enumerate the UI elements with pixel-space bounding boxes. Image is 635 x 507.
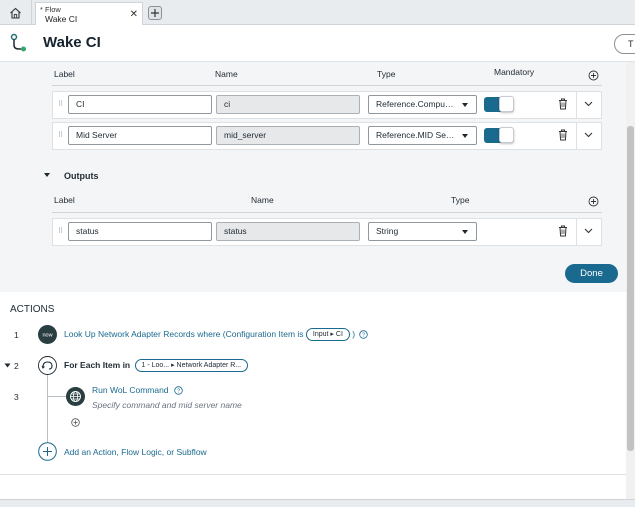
drag-handle-icon[interactable]: ⠿ bbox=[58, 100, 63, 108]
input-label-field[interactable]: CI bbox=[68, 95, 212, 114]
actions-heading: ACTIONS bbox=[10, 304, 55, 315]
input-row-ci: ⠿ CI ci Reference.Compu… bbox=[52, 91, 602, 119]
output-type-select[interactable]: String bbox=[368, 222, 477, 241]
outputs-label-header: Label bbox=[54, 195, 75, 205]
flow-header: Wake CI T bbox=[0, 25, 635, 62]
output-label-field[interactable]: status bbox=[68, 222, 212, 241]
chevron-down-icon[interactable] bbox=[584, 101, 593, 107]
chevron-down-icon[interactable] bbox=[584, 228, 593, 234]
step-number: 3 bbox=[14, 392, 19, 402]
drag-handle-icon[interactable]: ⠿ bbox=[58, 227, 63, 235]
svg-text:?: ? bbox=[177, 389, 180, 395]
loop-connector-line bbox=[47, 375, 48, 445]
input-name-field: ci bbox=[216, 95, 360, 114]
add-action-icon[interactable] bbox=[38, 442, 57, 461]
data-pill[interactable]: Input ▸ CI bbox=[305, 328, 350, 341]
chevron-down-icon[interactable] bbox=[584, 132, 593, 138]
svg-text:now: now bbox=[42, 333, 52, 339]
add-output-icon[interactable] bbox=[588, 196, 599, 207]
output-row-status: ⠿ status status String bbox=[52, 218, 602, 246]
caret-down-icon bbox=[462, 230, 468, 234]
caret-down-icon[interactable] bbox=[4, 363, 11, 368]
row-divider bbox=[576, 219, 577, 245]
plus-icon bbox=[151, 9, 159, 17]
output-name-field: status bbox=[216, 222, 360, 241]
inputs-outputs-panel: Label Name Type Mandatory ⠿ CI ci Refere… bbox=[0, 62, 626, 292]
mandatory-toggle[interactable] bbox=[484, 127, 514, 143]
add-action-link[interactable]: Add an Action, Flow Logic, or Subflow bbox=[64, 447, 207, 457]
drag-handle-icon[interactable]: ⠿ bbox=[58, 131, 63, 139]
trash-icon[interactable] bbox=[558, 129, 568, 141]
mandatory-toggle[interactable] bbox=[484, 96, 514, 112]
caret-down-icon bbox=[462, 103, 468, 107]
input-name-field: mid_server bbox=[216, 126, 360, 145]
add-input-icon[interactable] bbox=[588, 70, 599, 81]
add-step-icon[interactable] bbox=[71, 418, 80, 427]
outputs-name-header: Name bbox=[251, 195, 274, 205]
step-1-close-paren: ) bbox=[352, 328, 356, 339]
data-pill[interactable]: 1 - Loo... ▸ Network Adapter R... bbox=[134, 359, 249, 372]
flow-icon bbox=[10, 33, 26, 52]
home-button[interactable] bbox=[0, 0, 32, 25]
output-type-value: String bbox=[376, 226, 399, 236]
input-row-mid-server: ⠿ Mid Server mid_server Reference.MID Se… bbox=[52, 122, 602, 150]
outputs-header-divider bbox=[52, 212, 602, 213]
input-type-select[interactable]: Reference.MID Se… bbox=[368, 126, 477, 145]
inputs-name-header: Name bbox=[215, 69, 238, 79]
input-type-value: Reference.MID Se… bbox=[376, 130, 455, 140]
tab-wake-ci[interactable]: * Flow Wake CI ✕ bbox=[35, 2, 143, 25]
tab-type-label: * Flow bbox=[40, 5, 61, 14]
help-icon[interactable]: ? bbox=[174, 386, 183, 395]
trash-icon[interactable] bbox=[558, 225, 568, 237]
step-1-action[interactable]: Look Up Network Adapter Records where (C… bbox=[64, 328, 369, 341]
step-3-title: Run WoL Command bbox=[92, 385, 169, 395]
inputs-header-divider bbox=[52, 85, 602, 86]
help-icon[interactable]: ? bbox=[359, 330, 369, 339]
step-3-subtitle: Specify command and mid server name bbox=[92, 400, 242, 410]
step-3-action[interactable]: Run WoL Command ? bbox=[92, 385, 183, 395]
for-each-loop-icon bbox=[38, 356, 57, 375]
input-type-select[interactable]: Reference.Compu… bbox=[368, 95, 477, 114]
caret-down-icon[interactable] bbox=[43, 172, 51, 178]
done-button[interactable]: Done bbox=[565, 264, 618, 283]
inputs-mandatory-header: Mandatory bbox=[494, 67, 535, 77]
header-action-button[interactable]: T bbox=[614, 34, 635, 54]
inputs-type-header: Type bbox=[377, 69, 396, 79]
add-tab-button[interactable] bbox=[148, 6, 162, 20]
home-icon bbox=[10, 7, 21, 19]
footer-bar bbox=[0, 499, 635, 507]
outputs-type-header: Type bbox=[451, 195, 470, 205]
trash-icon[interactable] bbox=[558, 98, 568, 110]
step-2-action[interactable]: For Each Item in 1 - Loo... ▸ Network Ad… bbox=[64, 359, 249, 372]
step-2-text: For Each Item in bbox=[64, 359, 131, 370]
inputs-label-header: Label bbox=[54, 69, 75, 79]
row-divider bbox=[576, 123, 577, 149]
input-label-field[interactable]: Mid Server bbox=[68, 126, 212, 145]
step-number: 1 bbox=[14, 330, 19, 340]
close-icon[interactable]: ✕ bbox=[130, 9, 138, 20]
outputs-section-label: Outputs bbox=[64, 171, 99, 181]
toggle-knob bbox=[499, 127, 514, 143]
input-type-value: Reference.Compu… bbox=[376, 99, 454, 109]
tab-title: Wake CI bbox=[45, 14, 78, 24]
row-divider bbox=[576, 92, 577, 118]
now-logo-icon: now bbox=[38, 325, 57, 344]
toggle-knob bbox=[499, 96, 514, 112]
step-number: 2 bbox=[14, 361, 19, 371]
step-1-text: Look Up Network Adapter Records where (C… bbox=[64, 328, 304, 339]
globe-icon bbox=[66, 387, 85, 406]
tab-bar: * Flow Wake CI ✕ bbox=[0, 0, 635, 25]
scrollbar-thumb[interactable] bbox=[627, 126, 634, 451]
step-connector bbox=[47, 396, 66, 397]
svg-text:?: ? bbox=[362, 333, 365, 339]
page-title: Wake CI bbox=[43, 34, 101, 51]
caret-down-icon bbox=[462, 134, 468, 138]
actions-bottom-divider bbox=[0, 474, 626, 475]
